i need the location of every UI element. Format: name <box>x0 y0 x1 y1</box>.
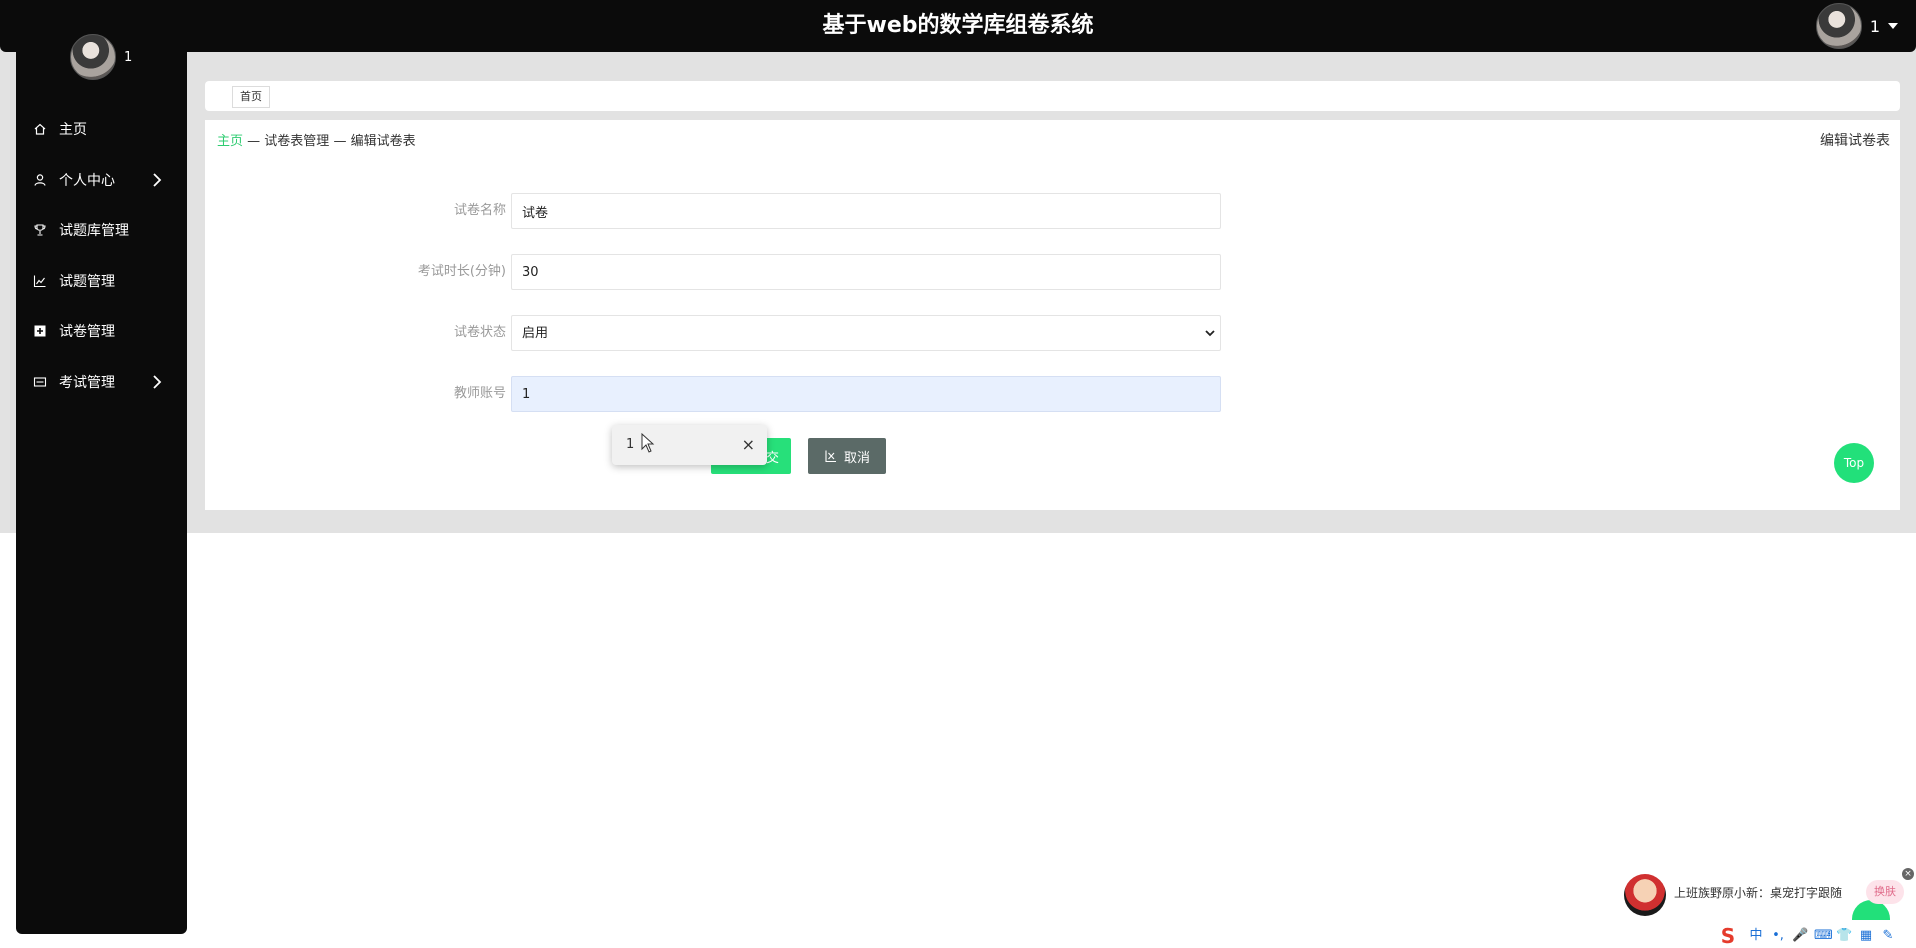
chevron-right-icon[interactable] <box>149 172 165 188</box>
sogou-logo-icon[interactable]: S <box>1714 925 1742 947</box>
page: 基于web的数学库组卷系统 1 1 主页 个人中心 试题库管理 试题管理 试卷管… <box>0 0 1916 948</box>
ime-close-icon[interactable]: × <box>1902 868 1914 880</box>
cancel-button[interactable]: 取消 <box>808 438 886 474</box>
teacher-account-label: 教师账号 <box>453 386 506 401</box>
form-row-duration: 考试时长(分钟) <box>205 254 1255 290</box>
sidebar-item-label: 主页 <box>59 122 87 139</box>
top-avatar[interactable] <box>1815 3 1862 49</box>
sidebar-item-questions[interactable]: 试题管理 <box>16 256 187 307</box>
tab-bar: 首页 <box>205 81 1900 111</box>
form-row-paper-name: 试卷名称 <box>205 193 1255 229</box>
sidebar-user: 1 <box>70 34 132 80</box>
microphone-icon[interactable]: 🎤 <box>1792 928 1808 944</box>
sidebar-item-label: 试题库管理 <box>59 223 129 240</box>
home-icon <box>33 122 47 136</box>
sidebar-item-home[interactable]: 主页 <box>16 104 187 155</box>
breadcrumb-home-link[interactable]: 主页 <box>217 134 243 149</box>
top-user-name: 1 <box>1869 16 1880 36</box>
sidebar-item-papers[interactable]: 试卷管理 <box>16 306 187 357</box>
form-row-status: 试卷状态 启用 <box>205 315 1255 351</box>
breadcrumb-separator: — <box>333 134 347 149</box>
sidebar-item-label: 试题管理 <box>59 273 115 290</box>
ime-toolbar: S 中 •, 🎤 ⌨ 👕 ▦ ✎ <box>1714 924 1916 948</box>
breadcrumb-separator: — <box>247 134 261 149</box>
ime-chinese-mode[interactable]: 中 <box>1748 928 1764 944</box>
top-user-menu[interactable]: 1 <box>1815 3 1898 49</box>
sidebar-item-question-bank[interactable]: 试题库管理 <box>16 205 187 256</box>
pen-icon[interactable]: ✎ <box>1880 928 1896 944</box>
teacher-account-input[interactable] <box>511 376 1221 412</box>
autocomplete-suggestion[interactable]: 1 × <box>612 425 767 465</box>
breadcrumb: 主页 — 试卷表管理 — 编辑试卷表 <box>217 130 416 149</box>
user-icon <box>33 173 47 187</box>
ime-skin-button[interactable]: 换肤 <box>1866 880 1904 904</box>
close-icon[interactable]: × <box>742 435 755 454</box>
chevron-right-icon[interactable] <box>149 374 165 390</box>
card-icon <box>33 375 47 389</box>
sidebar-item-personal-center[interactable]: 个人中心 <box>16 155 187 206</box>
ime-promo-widget: 上班族野原小新：桌宠打字跟随 换肤 × <box>1620 868 1914 920</box>
skin-icon[interactable]: 👕 <box>1836 928 1852 944</box>
content-card: 主页 — 试卷表管理 — 编辑试卷表 编辑试卷表 试卷名称 考试时长(分钟) 试… <box>205 120 1900 510</box>
sidebar-item-label: 个人中心 <box>59 172 115 189</box>
sidebar-item-exams[interactable]: 考试管理 <box>16 357 187 408</box>
paper-name-label: 试卷名称 <box>453 203 506 218</box>
duration-label: 考试时长(分钟) <box>417 264 506 279</box>
breadcrumb-level2: 编辑试卷表 <box>350 134 416 149</box>
autocomplete-value[interactable]: 1 <box>626 437 634 452</box>
app-title: 基于web的数学库组卷系统 <box>822 13 1094 38</box>
ime-promo-text[interactable]: 上班族野原小新：桌宠打字跟随 <box>1670 880 1847 906</box>
status-select[interactable]: 启用 <box>511 315 1221 351</box>
mouse-cursor-icon <box>641 433 655 453</box>
top-header: 基于web的数学库组卷系统 1 <box>0 0 1916 52</box>
duration-input[interactable] <box>511 254 1221 290</box>
cancel-button-label: 取消 <box>843 450 870 466</box>
trophy-icon <box>33 223 47 237</box>
back-to-top-button[interactable]: Top <box>1834 443 1874 483</box>
breadcrumb-level1: 试卷表管理 <box>264 134 330 149</box>
plus-square-icon <box>33 324 47 338</box>
paper-name-input[interactable] <box>511 193 1221 229</box>
caret-down-icon[interactable] <box>1888 23 1898 29</box>
page-title: 编辑试卷表 <box>1820 133 1890 149</box>
grid-icon[interactable]: ▦ <box>1858 928 1874 944</box>
sidebar-item-label: 考试管理 <box>59 374 115 391</box>
submit-button-label: 交 <box>765 450 779 466</box>
sidebar: 1 主页 个人中心 试题库管理 试题管理 试卷管理 考试管理 <box>16 0 187 934</box>
sidebar-user-name: 1 <box>124 49 133 65</box>
status-label: 试卷状态 <box>453 325 506 340</box>
cancel-icon <box>825 450 836 463</box>
keyboard-icon[interactable]: ⌨ <box>1814 928 1833 944</box>
sidebar-menu: 主页 个人中心 试题库管理 试题管理 试卷管理 考试管理 <box>16 104 187 407</box>
ime-punctuation-icon[interactable]: •, <box>1770 928 1786 944</box>
sidebar-avatar[interactable] <box>70 34 116 80</box>
form-row-teacher-account: 教师账号 <box>205 376 1255 412</box>
tab-home[interactable]: 首页 <box>232 86 270 108</box>
ime-mascot-icon[interactable] <box>1624 874 1666 916</box>
sidebar-item-label: 试卷管理 <box>59 324 115 341</box>
line-chart-icon <box>33 274 47 288</box>
